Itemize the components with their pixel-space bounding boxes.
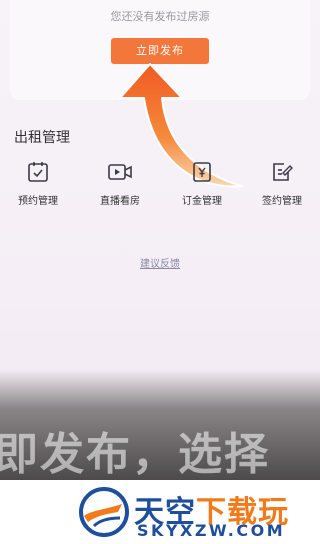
- menu-appointment-management[interactable]: 预约管理: [6, 160, 70, 207]
- sky-logo-icon: [79, 487, 129, 537]
- contract-edit-icon: [273, 163, 293, 181]
- calendar-check-icon: [28, 162, 48, 182]
- menu-label: 预约管理: [18, 196, 58, 207]
- deposit-icon: [193, 162, 211, 182]
- menu-contract-management[interactable]: 签约管理: [250, 160, 314, 207]
- video-caption: 即发布，选择: [0, 429, 270, 480]
- video-camera-icon: [108, 164, 132, 180]
- menu-deposit-management[interactable]: 订金管理: [170, 160, 234, 207]
- app-screen: 您还没有发布过房源 立即发布 出租管理 预约管理 直播看房 订金管理 签约管理 …: [0, 0, 320, 480]
- menu-label: 订金管理: [182, 196, 222, 207]
- feedback-link[interactable]: 建议反馈: [0, 255, 320, 270]
- menu-label: 签约管理: [262, 196, 302, 207]
- rental-management-title: 出租管理: [14, 130, 70, 146]
- empty-state-message: 您还没有发布过房源: [110, 10, 210, 23]
- video-caption-band: 即发布，选择: [0, 370, 320, 480]
- menu-label: 直播看房: [100, 196, 140, 207]
- menu-live-viewing[interactable]: 直播看房: [88, 160, 152, 207]
- brand-name-en: SKYXZW.COM: [137, 521, 286, 540]
